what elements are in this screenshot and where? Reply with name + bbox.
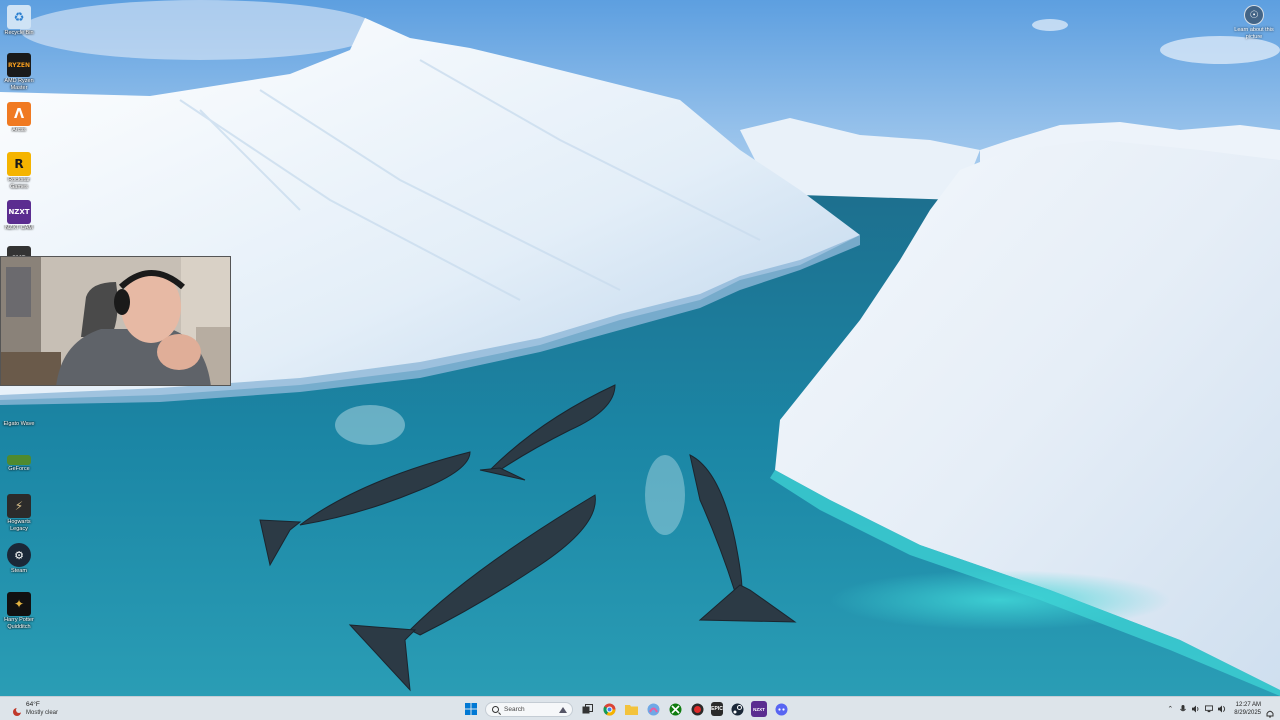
search-placeholder: Search [504, 705, 525, 713]
desktop-icon-label: AMD Ryzen Master [4, 78, 34, 91]
weather-widget[interactable]: 64°F Mostly clear [12, 699, 58, 719]
desktop-icon-label: NZXT CAM [4, 225, 33, 231]
desktop-icon-elgato-wave[interactable]: Elgato Wave [2, 396, 36, 428]
weather-condition: Mostly clear [26, 710, 59, 716]
desktop-icon-arctis[interactable]: Λ Arctis [2, 102, 36, 134]
desktop-icon-quidditch[interactable]: ✦ Harry Potter Quidditch [2, 592, 36, 630]
taskbar: 64°F Mostly clear Search EPIC NZXT ⌃ 12:… [0, 696, 1280, 720]
search-icon [492, 705, 499, 713]
steam-icon: ⚙ [7, 543, 31, 567]
desktop-icon-geforce[interactable]: GeForce [2, 448, 36, 473]
ryzen-master-icon: RYZEN [7, 53, 31, 77]
desktop-icon-label: Steam [11, 568, 27, 574]
chrome-icon[interactable] [601, 701, 617, 717]
elgato-wave-icon [7, 396, 31, 420]
clock-time: 12:27 AM [1235, 702, 1261, 708]
chevron-up-icon[interactable]: ⌃ [1166, 705, 1174, 713]
taskbar-apps: Search EPIC NZXT [463, 699, 789, 719]
webcam-overlay [0, 256, 231, 386]
nzxt-icon[interactable]: NZXT [751, 701, 767, 717]
learn-about-picture[interactable]: ☉ Learn about this picture [1234, 5, 1274, 40]
desktop-icon-ryzen-master[interactable]: RYZEN AMD Ryzen Master [2, 53, 36, 91]
desktop-icon-label: Arctis [12, 127, 26, 133]
red-app-icon[interactable] [689, 701, 705, 717]
search-input[interactable]: Search [485, 701, 573, 717]
clock-date: 8/29/2025 [1234, 710, 1261, 716]
quidditch-icon: ✦ [7, 592, 31, 616]
desktop-icon-label: Rockstar Games [8, 177, 30, 190]
volume-icon[interactable] [1192, 705, 1200, 713]
speaker-icon[interactable] [1218, 705, 1226, 713]
arctis-icon: Λ [7, 102, 31, 126]
steam-icon[interactable] [729, 701, 745, 717]
xbox-icon[interactable] [667, 701, 683, 717]
hogwarts-icon: ⚡ [7, 494, 31, 518]
notification-bell-icon[interactable] [1266, 705, 1274, 718]
system-tray: ⌃ 12:27 AM 8/29/2025 [1166, 699, 1274, 719]
moon-cloud-icon [12, 704, 22, 716]
learn-about-label: Learn about this picture [1234, 27, 1274, 40]
desktop-icon-hogwarts-legacy[interactable]: ⚡ Hogwarts Legacy [2, 494, 36, 532]
recycle-bin-icon: ♻ [7, 5, 31, 29]
desktop-icon-label: GeForce [8, 466, 30, 472]
copilot-icon[interactable] [645, 701, 661, 717]
geforce-icon [7, 455, 31, 465]
epic-games-icon[interactable]: EPIC [711, 702, 723, 716]
desktop-icon-label: Harry Potter Quidditch [4, 617, 34, 630]
microphone-icon[interactable] [1179, 705, 1187, 713]
weather-temp: 64°F [26, 701, 40, 708]
desktop-icon-rockstar[interactable]: R Rockstar Games [2, 152, 36, 190]
desktop-icon-label: Recycle Bin [4, 30, 34, 36]
folder-icon[interactable] [623, 701, 639, 717]
search-highlight-icon [559, 706, 567, 713]
task-view-icon[interactable] [579, 701, 595, 717]
camera-icon: ☉ [1244, 5, 1264, 25]
desktop-icon-label: Elgato Wave [3, 421, 35, 427]
desktop-icon-recycle-bin[interactable]: ♻ Recycle Bin [2, 5, 36, 37]
nzxt-icon: NZXT [7, 200, 31, 224]
desktop-icon-label: Hogwarts Legacy [7, 519, 31, 532]
windows-start-icon[interactable] [463, 701, 479, 717]
desktop-icon-nzxt-cam[interactable]: NZXT NZXT CAM [2, 200, 36, 232]
clock[interactable]: 12:27 AM 8/29/2025 [1234, 701, 1261, 717]
desktop-icon-steam[interactable]: ⚙ Steam [2, 543, 36, 575]
network-icon[interactable] [1205, 705, 1214, 713]
rockstar-icon: R [7, 152, 31, 176]
discord-icon[interactable] [773, 701, 789, 717]
